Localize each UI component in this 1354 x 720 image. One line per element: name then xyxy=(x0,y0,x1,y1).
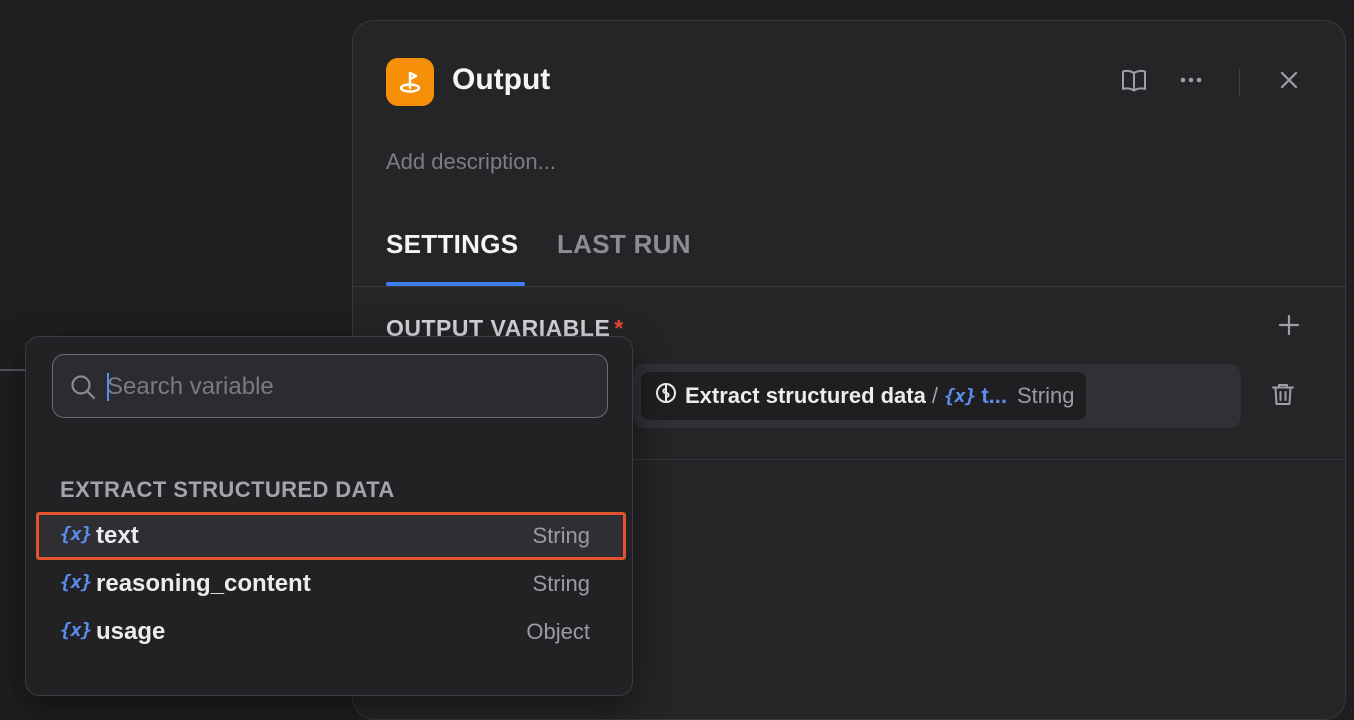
variable-brace-icon: {x} xyxy=(60,619,92,641)
variable-node-name: Extract structured data xyxy=(685,383,926,408)
search-icon xyxy=(69,373,97,401)
plus-icon xyxy=(1277,313,1301,342)
variable-brace-icon: {x} xyxy=(60,523,92,545)
add-variable-button[interactable] xyxy=(1271,309,1307,345)
variable-path-separator: / xyxy=(931,383,938,408)
book-icon xyxy=(1120,66,1148,99)
option-type: Object xyxy=(526,619,590,644)
variable-type: String xyxy=(1016,383,1075,408)
node-title[interactable]: Output xyxy=(452,63,550,97)
close-icon xyxy=(1277,68,1301,97)
more-dots-icon xyxy=(1177,66,1205,99)
docs-button[interactable] xyxy=(1117,65,1151,99)
more-button[interactable] xyxy=(1174,65,1208,99)
output-node-icon xyxy=(386,58,434,106)
variable-picker-popup: EXTRACT STRUCTURED DATA {x} text String … xyxy=(25,336,633,696)
option-name: usage xyxy=(96,618,166,645)
close-button[interactable] xyxy=(1272,65,1306,99)
output-variable-row[interactable]: Extract structured data / {x} t... Strin… xyxy=(633,364,1241,428)
variable-name: t... xyxy=(981,383,1007,408)
option-type: String xyxy=(532,571,590,596)
option-name: text xyxy=(96,522,139,549)
picker-group-title: EXTRACT STRUCTURED DATA xyxy=(60,477,395,502)
llm-node-icon xyxy=(655,382,677,410)
canvas-edge-line xyxy=(0,369,28,371)
delete-variable-button[interactable] xyxy=(1265,378,1301,414)
text-cursor xyxy=(107,373,109,401)
variable-option-text[interactable]: {x} text String xyxy=(36,512,626,560)
search-box[interactable] xyxy=(52,354,608,418)
variable-option-reasoning-content[interactable]: {x} reasoning_content String xyxy=(36,560,626,608)
search-input[interactable] xyxy=(107,365,587,409)
option-name: reasoning_content xyxy=(96,570,311,597)
tabs-divider xyxy=(353,286,1345,287)
tab-last-run[interactable]: LAST RUN xyxy=(557,229,691,260)
trash-icon xyxy=(1270,381,1296,412)
option-type: String xyxy=(532,523,590,548)
variable-reference-tag[interactable]: Extract structured data / {x} t... Strin… xyxy=(641,372,1087,420)
header-divider xyxy=(1239,69,1240,97)
variable-option-usage[interactable]: {x} usage Object xyxy=(36,608,626,656)
variable-brace-icon: {x} xyxy=(943,385,976,407)
description-field[interactable]: Add description... xyxy=(386,149,556,175)
tab-settings[interactable]: SETTINGS xyxy=(386,229,518,260)
variable-brace-icon: {x} xyxy=(60,571,92,593)
